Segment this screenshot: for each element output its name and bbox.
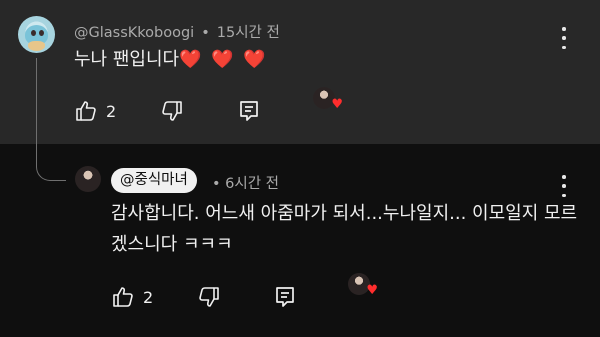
avatar-shell xyxy=(28,41,45,51)
thread-connector-line xyxy=(36,58,66,181)
reply-button[interactable] xyxy=(238,99,260,123)
like-count: 2 xyxy=(106,101,117,121)
reply-icon xyxy=(276,287,294,307)
dislike-button[interactable] xyxy=(160,99,184,123)
comment-body: 누나 팬입니다 xyxy=(74,49,180,70)
like-button[interactable]: 2 xyxy=(74,99,116,123)
dislike-button[interactable] xyxy=(197,285,221,309)
reply-author-badge[interactable]: @중식마녀 xyxy=(111,168,197,193)
reply-icon xyxy=(240,101,258,121)
avatar[interactable] xyxy=(18,16,55,53)
reply-button[interactable] xyxy=(274,285,296,309)
meta-separator: • xyxy=(201,25,210,41)
creator-avatar: ♥ xyxy=(348,273,378,298)
like-button[interactable]: 2 xyxy=(111,285,153,309)
reply-time[interactable]: 6시간 전 xyxy=(225,176,279,192)
like-count: 2 xyxy=(143,287,154,307)
avatar-eye xyxy=(31,30,36,36)
comment-meta: @GlassKkoboogi • 15시간 전 xyxy=(74,21,280,42)
avatar[interactable] xyxy=(75,166,101,192)
creator-heart-icon: ♥ xyxy=(366,283,378,298)
comment-time[interactable]: 15시간 전 xyxy=(217,25,280,41)
meta-separator: • xyxy=(212,176,221,192)
reply-text: 감사합니다. 어느새 아줌마가 되서...누나일지... 이모일지 모르겠스니다… xyxy=(111,203,578,255)
comments-thread: @GlassKkoboogi • 15시간 전 누나 팬입니다❤️ ❤️ ❤️ 2 … xyxy=(0,0,600,337)
thumbs-down-icon xyxy=(162,101,182,121)
creator-avatar: ♥ xyxy=(313,87,343,112)
thumbs-up-icon xyxy=(113,287,133,307)
avatar-eye xyxy=(39,30,44,36)
thumbs-down-icon xyxy=(199,287,219,307)
creator-heart-icon: ♥ xyxy=(331,97,343,112)
comment-text: 누나 팬입니다❤️ ❤️ ❤️ xyxy=(74,44,268,75)
heart-emoji: ❤️ ❤️ ❤️ xyxy=(179,49,268,70)
thumbs-up-icon xyxy=(76,101,96,121)
comment-author[interactable]: @GlassKkoboogi xyxy=(74,25,194,41)
more-vert-icon[interactable] xyxy=(556,27,572,49)
more-vert-icon[interactable] xyxy=(556,175,572,197)
reply-meta: • 6시간 전 xyxy=(212,172,279,193)
